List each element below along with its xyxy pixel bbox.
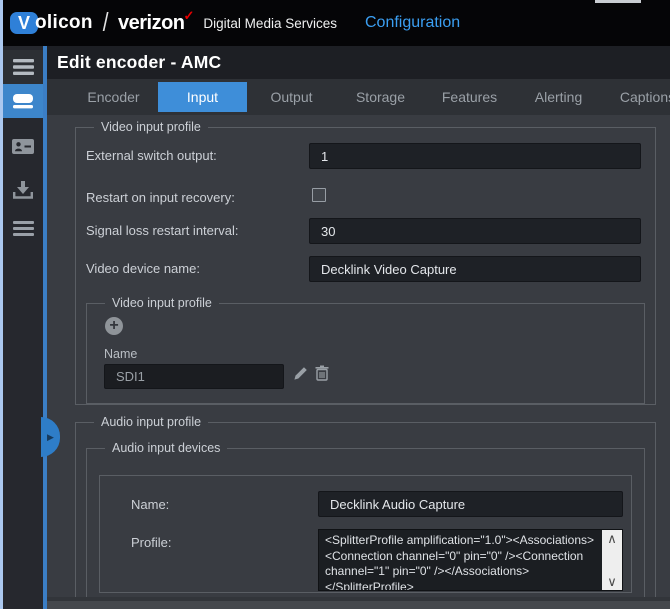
edit-video-profile-button[interactable] xyxy=(293,366,308,386)
brand-volicon: olicon xyxy=(35,12,93,33)
profile-scrollbar[interactable]: ∧ ∨ xyxy=(602,530,622,590)
page-title: Edit encoder - AMC xyxy=(57,52,222,72)
audio-device-name-input[interactable] xyxy=(318,491,623,517)
tab-content: Video input profile External switch outp… xyxy=(47,115,670,609)
sidebar-item-contacts[interactable] xyxy=(3,132,43,160)
download-icon xyxy=(13,181,33,199)
video-profile-name-input[interactable] xyxy=(104,364,284,389)
pencil-icon xyxy=(294,367,307,380)
brand-subtitle: Digital Media Services xyxy=(203,15,337,31)
video-input-profile-fieldset: Video input profile External switch outp… xyxy=(75,120,656,405)
delete-video-profile-button[interactable] xyxy=(315,365,329,386)
audio-input-devices-fieldset: Audio input devices Name: Profile: <Spli… xyxy=(86,441,645,598)
audio-profile-xml-text: <SplitterProfile amplification="1.0"><As… xyxy=(325,533,594,591)
volicon-logo-icon: V xyxy=(10,12,38,34)
app-window: V olicon / verizon ✓ Digital Media Servi… xyxy=(0,0,670,609)
restart-on-input-recovery-checkbox[interactable] xyxy=(312,188,326,202)
window-edge-artifact xyxy=(595,0,641,3)
audio-input-profile-legend: Audio input profile xyxy=(94,415,209,430)
expand-arrow-icon: ▶ xyxy=(47,431,54,442)
audio-device-name-label: Name: xyxy=(131,497,170,512)
bottom-bar xyxy=(47,601,670,609)
encoder-drive-icon xyxy=(13,93,33,108)
tab-features[interactable]: Features xyxy=(425,82,514,112)
sidebar-item-menu[interactable] xyxy=(3,50,43,84)
sidebar-item-downloads[interactable] xyxy=(3,176,43,204)
audio-profile-textarea[interactable]: <SplitterProfile amplification="1.0"><As… xyxy=(318,529,623,591)
video-input-profile-inner-fieldset: Video input profile + Name xyxy=(86,296,645,404)
restart-on-input-recovery-label: Restart on input recovery: xyxy=(86,190,235,205)
video-input-profile-legend: Video input profile xyxy=(94,120,208,135)
plus-icon: + xyxy=(109,317,119,334)
trash-icon xyxy=(315,365,329,381)
scroll-up-icon[interactable]: ∧ xyxy=(607,532,617,545)
scroll-down-icon[interactable]: ∨ xyxy=(607,575,617,588)
page-title-bar: Edit encoder - AMC xyxy=(47,46,670,79)
external-switch-output-label: External switch output: xyxy=(86,148,217,163)
sidebar-item-list[interactable] xyxy=(3,214,43,242)
brand-separator: / xyxy=(102,6,109,37)
video-input-profile-inner-legend: Video input profile xyxy=(105,296,219,311)
audio-device-profile-label: Profile: xyxy=(131,535,172,550)
signal-loss-restart-interval-label: Signal loss restart interval: xyxy=(86,223,239,238)
sidebar-accent-strip xyxy=(43,46,47,609)
signal-loss-restart-interval-input[interactable] xyxy=(309,218,641,244)
nav-configuration-link[interactable]: Configuration xyxy=(365,14,460,32)
audio-input-devices-legend: Audio input devices xyxy=(105,441,228,456)
top-header: V olicon / verizon ✓ Digital Media Servi… xyxy=(0,0,670,46)
audio-input-profile-fieldset: Audio input profile Audio input devices … xyxy=(75,415,656,609)
audio-device-card: Name: Profile: <SplitterProfile amplific… xyxy=(99,475,632,593)
tab-alerting[interactable]: Alerting xyxy=(514,82,603,112)
verizon-check-icon: ✓ xyxy=(183,8,195,23)
video-profile-name-column-label: Name xyxy=(104,347,138,361)
volicon-logo-letter: V xyxy=(17,12,30,33)
add-video-profile-button[interactable]: + xyxy=(105,317,123,335)
brand-verizon: verizon xyxy=(117,11,185,34)
tab-captions[interactable]: Captions xyxy=(603,82,670,112)
external-switch-output-input[interactable] xyxy=(309,143,641,169)
list-lines-icon xyxy=(12,220,34,236)
tab-input[interactable]: Input xyxy=(158,82,247,112)
hamburger-icon xyxy=(12,59,34,75)
sidebar: ▶ xyxy=(0,46,60,609)
contact-card-icon xyxy=(12,138,34,154)
tab-encoder[interactable]: Encoder xyxy=(69,82,158,112)
main-panel: Edit encoder - AMC Encoder Input Output … xyxy=(47,46,670,609)
sidebar-item-encoders[interactable] xyxy=(3,84,43,118)
tab-bar: Encoder Input Output Storage Features Al… xyxy=(47,79,670,115)
video-device-name-label: Video device name: xyxy=(86,261,200,276)
tab-storage[interactable]: Storage xyxy=(336,82,425,112)
video-device-name-input[interactable] xyxy=(309,256,641,282)
tab-output[interactable]: Output xyxy=(247,82,336,112)
left-edge-strip xyxy=(0,0,3,609)
